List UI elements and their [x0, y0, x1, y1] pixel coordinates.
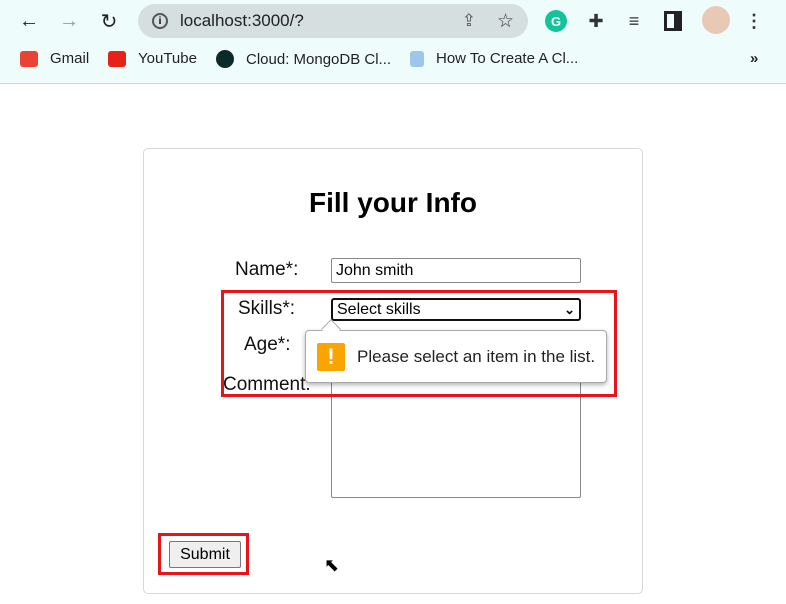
validation-message: Please select an item in the list. [357, 346, 596, 366]
warning-icon: ! [317, 342, 345, 371]
bookmark-label: How To Create A Cl... [436, 50, 579, 67]
gmail-icon [20, 50, 38, 67]
extensions-icon[interactable]: ✚ [584, 9, 608, 33]
page-icon [410, 50, 424, 67]
media-icon[interactable]: ≡ [622, 9, 646, 33]
bookmark-label: Cloud: MongoDB Cl... [246, 50, 392, 68]
name-input[interactable] [331, 258, 581, 283]
browser-toolbar: ← → ↻ i localhost:3000/? ⇪ ☆ G ✚ ≡ ⋮ Gma… [0, 0, 786, 84]
back-icon[interactable]: ← [14, 6, 44, 36]
validation-tooltip: ! Please select an item in the list. [305, 330, 607, 383]
bookmark-label: YouTube [138, 50, 197, 67]
cursor-icon: ⬉ [324, 555, 340, 575]
reload-icon[interactable]: ↻ [94, 6, 124, 36]
bookmark-youtube[interactable]: YouTube [108, 50, 197, 67]
grammarly-icon[interactable]: G [545, 10, 567, 32]
mongodb-icon [216, 50, 234, 68]
bookmark-label: Gmail [50, 50, 90, 67]
youtube-icon [108, 50, 126, 67]
share-icon[interactable]: ⇪ [462, 11, 476, 31]
forward-icon[interactable]: → [54, 6, 84, 36]
highlight-box [158, 533, 249, 575]
star-icon[interactable]: ☆ [497, 10, 514, 33]
bookmark-how-to[interactable]: How To Create A Cl... [410, 50, 578, 67]
page-title: Fill your Info [309, 187, 477, 218]
bookmark-gmail[interactable]: Gmail [20, 50, 89, 67]
name-label: Name*: [235, 259, 299, 280]
info-icon[interactable]: i [152, 13, 168, 29]
menu-icon[interactable]: ⋮ [744, 9, 764, 33]
url-text: localhost:3000/? [180, 11, 304, 30]
address-bar[interactable]: i localhost:3000/? ⇪ ☆ [138, 4, 528, 38]
side-panel-icon[interactable] [664, 11, 682, 31]
avatar[interactable] [702, 6, 730, 34]
bookmark-mongodb[interactable]: Cloud: MongoDB Cl... [216, 50, 391, 68]
more-bookmarks-button[interactable]: » [750, 50, 758, 67]
